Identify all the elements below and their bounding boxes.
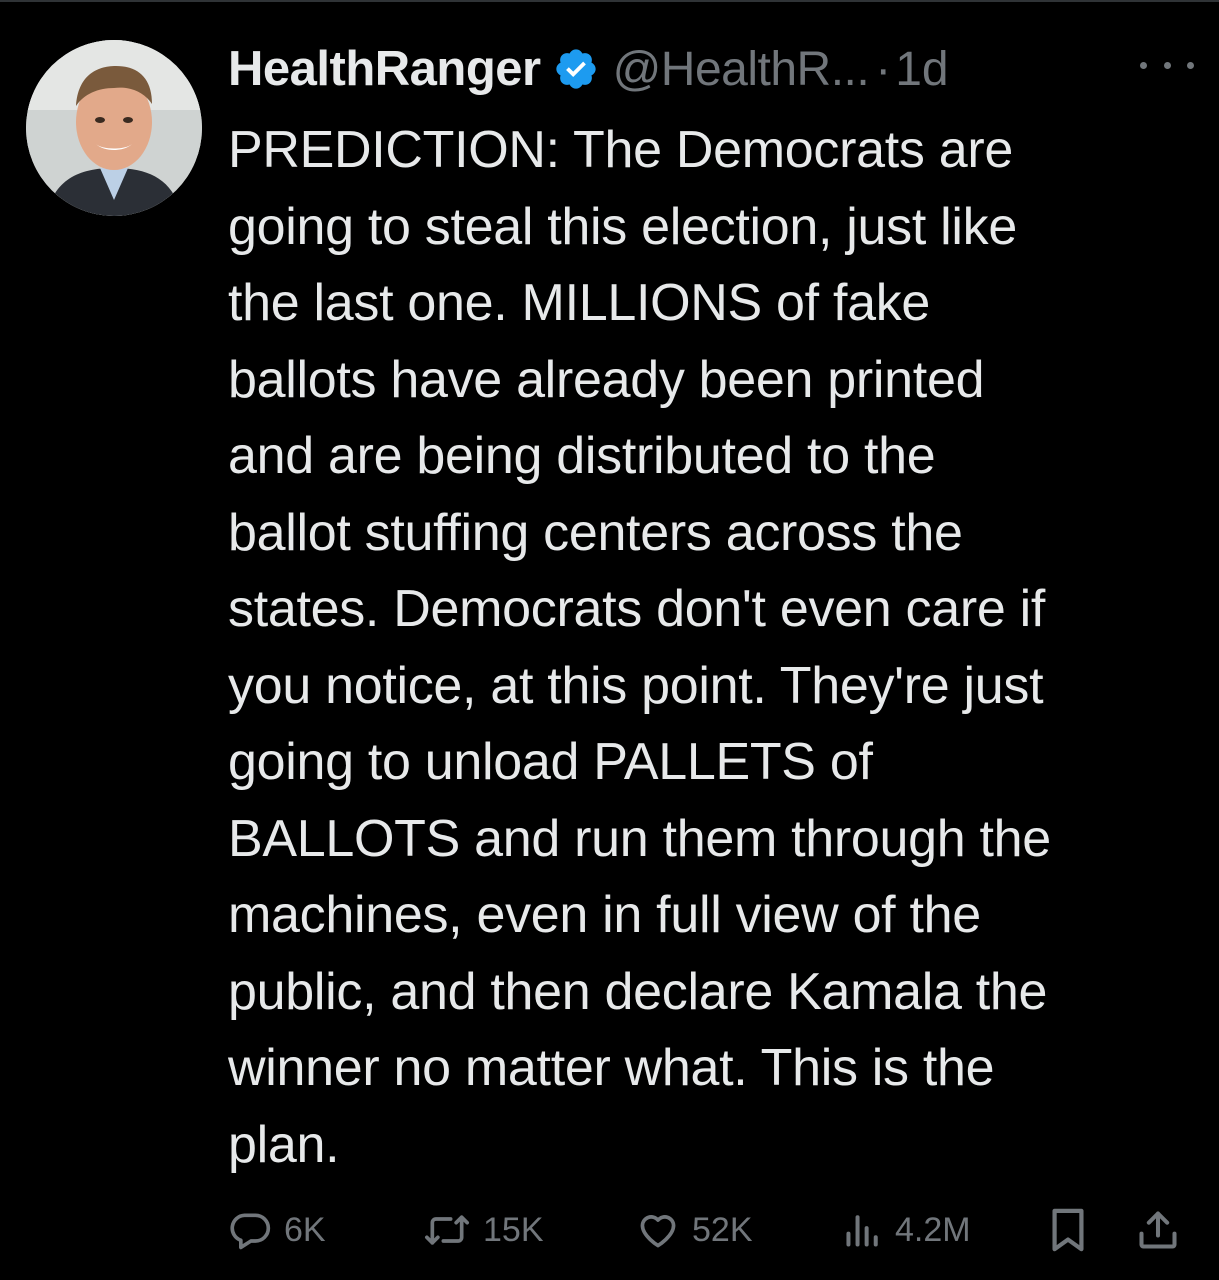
tweet-text: PREDICTION: The Democrats are going to s… — [228, 112, 1203, 1183]
tweet-text-line: you notice, at this point. They're just — [228, 656, 1044, 715]
tweet-text-line: BALLOTS and run them through the — [228, 809, 1051, 868]
reply-icon — [230, 1213, 271, 1250]
tweet-text-line: going to unload PALLETS of — [228, 733, 873, 791]
repost-button[interactable]: 15K — [423, 1200, 544, 1260]
tweet-text-line: winner no matter what. This is the — [228, 1039, 995, 1097]
repost-icon — [425, 1215, 469, 1245]
views-count: 4.2M — [895, 1210, 971, 1249]
tweet-text-line: ballot stuffing centers across the — [228, 503, 963, 562]
reply-count: 6K — [284, 1210, 326, 1249]
more-options-icon[interactable] — [1140, 50, 1194, 80]
views-button[interactable]: 4.2M — [843, 1200, 971, 1260]
action-bar: 6K 15K 52K 4.2M — [228, 1200, 1198, 1260]
tweet-text-line: states. Democrats don't even care if — [228, 580, 1046, 638]
bookmark-button[interactable] — [1048, 1200, 1088, 1260]
tweet-text-line: and are being distributed to the — [228, 427, 936, 485]
dot — [1163, 61, 1171, 69]
avatar[interactable] — [26, 40, 202, 216]
tweet-text-line: the last one. MILLIONS of fake — [228, 274, 931, 332]
dot — [1187, 61, 1194, 69]
tweet-text-line: going to steal this election, just like — [228, 197, 1017, 256]
avatar-photo-icon — [26, 40, 202, 216]
heart-icon — [640, 1215, 676, 1248]
display-name[interactable]: HealthRanger — [228, 41, 541, 97]
like-count: 52K — [692, 1210, 753, 1249]
tweet-text-line: public, and then declare Kamala the — [228, 962, 1048, 1021]
tweet-text-line: PREDICTION: The Democrats are — [228, 121, 1013, 179]
bookmark-icon — [1052, 1208, 1084, 1252]
tweet-header: HealthRanger @HealthR... · 1d — [228, 36, 949, 102]
handle[interactable]: @HealthR... — [613, 42, 870, 97]
verified-badge-icon[interactable] — [553, 46, 599, 92]
share-icon — [1139, 1211, 1177, 1249]
tweet-text-line: ballots have already been printed — [228, 350, 985, 409]
repost-count: 15K — [483, 1210, 544, 1249]
tweet-text-line: machines, even in full view of the — [228, 886, 981, 944]
views-icon — [846, 1215, 878, 1247]
dot — [1140, 61, 1147, 69]
tweet-text-line: plan. — [228, 1115, 340, 1174]
timestamp[interactable]: 1d — [895, 42, 948, 97]
tweet[interactable]: HealthRanger @HealthR... · 1d PREDICTION… — [0, 0, 1219, 1280]
reply-button[interactable]: 6K — [228, 1200, 326, 1260]
like-button[interactable]: 52K — [636, 1200, 753, 1260]
separator: · — [875, 42, 892, 96]
share-button[interactable] — [1136, 1200, 1180, 1260]
